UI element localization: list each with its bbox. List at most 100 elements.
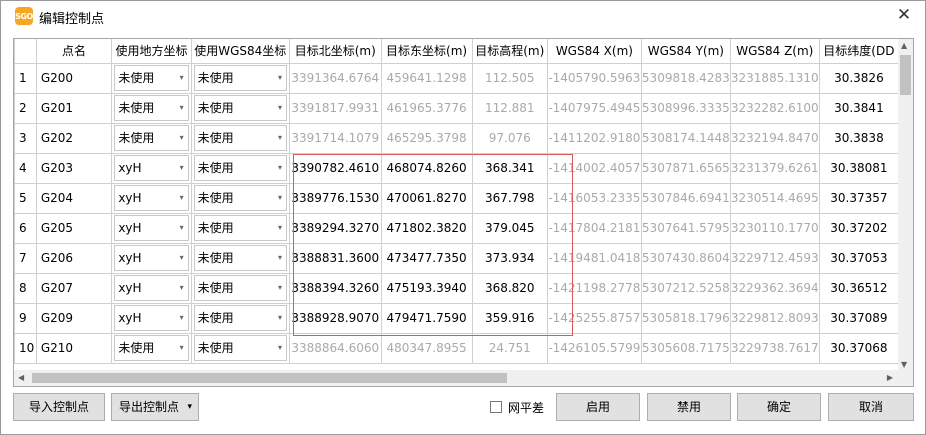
row-number: 2 xyxy=(14,92,37,124)
column-header[interactable]: 目标高程(m) xyxy=(471,39,548,64)
table-row[interactable]: 2 G201 未使用 ▾ 未使用 ▾ 3391817.9931 461965.3776 112.… xyxy=(14,92,899,124)
column-header[interactable]: 使用地方坐标 xyxy=(111,39,192,64)
wgs84-coord-select[interactable]: 未使用 ▾ xyxy=(193,245,287,271)
row-number: 9 xyxy=(14,302,37,334)
local-coord-select[interactable]: 未使用 ▾ xyxy=(114,65,189,91)
point-name-cell: G201 xyxy=(35,92,113,124)
vertical-scroll-thumb[interactable] xyxy=(900,55,911,95)
disable-button[interactable]: 禁用 xyxy=(647,393,731,421)
wgs84-coord-select[interactable]: 未使用 ▾ xyxy=(193,125,287,151)
combo-cell: 未使用 ▾ xyxy=(190,122,290,154)
wgs84-coord-select[interactable]: 未使用 ▾ xyxy=(193,65,287,91)
wgs84-coord-select[interactable]: 未使用 ▾ xyxy=(193,335,287,361)
scroll-left-icon[interactable]: ◀ xyxy=(18,373,24,382)
target-north-cell: 3391364.6764 xyxy=(288,62,382,94)
enable-button[interactable]: 启用 xyxy=(556,393,640,421)
column-header[interactable]: 使用WGS84坐标 xyxy=(190,39,290,64)
wgs84-y-cell: 5309818.4283 xyxy=(640,62,731,94)
row-number: 10 xyxy=(14,332,37,364)
wgs84-coord-select[interactable]: 未使用 ▾ xyxy=(193,275,287,301)
scroll-up-icon[interactable]: ▲ xyxy=(901,41,907,50)
dropdown-arrow-icon: ▾ xyxy=(277,253,282,262)
column-header[interactable]: 目标纬度(DD xyxy=(818,39,899,64)
wgs84-coord-select[interactable]: 未使用 ▾ xyxy=(193,215,287,241)
local-coord-select[interactable]: 未使用 ▾ xyxy=(114,95,189,121)
combo-cell: 未使用 ▾ xyxy=(111,122,192,154)
target-lat-cell: 30.3841 xyxy=(818,92,899,124)
target-north-cell: 3391817.9931 xyxy=(288,92,382,124)
target-east-cell: 473477.7350 xyxy=(380,242,473,274)
export-control-points-button[interactable]: 导出控制点 ▾ xyxy=(111,393,199,421)
column-header[interactable] xyxy=(14,39,37,64)
wgs84-y-cell: 5307641.5795 xyxy=(640,212,731,244)
wgs84-z-cell: 3229812.8093 xyxy=(729,302,820,334)
wgs84-z-cell: 3229362.3694 xyxy=(729,272,820,304)
import-control-points-button[interactable]: 导入控制点 xyxy=(13,393,105,421)
horizontal-scroll-thumb[interactable] xyxy=(32,373,507,383)
column-header[interactable]: 目标东坐标(m) xyxy=(380,39,473,64)
cancel-button[interactable]: 取消 xyxy=(828,393,914,421)
target-north-cell: 3389776.1530 xyxy=(288,182,382,214)
table-row[interactable]: 6 G205 xyH ▾ 未使用 ▾ 3389294.3270 471802.3820 379.… xyxy=(14,212,899,244)
dropdown-arrow-icon: ▾ xyxy=(179,103,184,112)
wgs84-coord-select[interactable]: 未使用 ▾ xyxy=(193,95,287,121)
select-value: xyH xyxy=(118,191,142,205)
local-coord-select[interactable]: 未使用 ▾ xyxy=(114,125,189,151)
dropdown-arrow-icon: ▾ xyxy=(179,343,184,352)
ok-button[interactable]: 确定 xyxy=(737,393,821,421)
combo-cell: 未使用 ▾ xyxy=(190,332,290,364)
wgs84-x-cell: -1411202.9180 xyxy=(546,122,642,154)
row-number: 7 xyxy=(14,242,37,274)
dropdown-arrow-icon: ▾ xyxy=(179,163,184,172)
local-coord-select[interactable]: xyH ▾ xyxy=(114,155,189,181)
dropdown-arrow-icon: ▾ xyxy=(277,73,282,82)
local-coord-select[interactable]: xyH ▾ xyxy=(114,245,189,271)
table-row[interactable]: 5 G204 xyH ▾ 未使用 ▾ 3389776.1530 470061.8270 367.… xyxy=(14,182,899,214)
local-coord-select[interactable]: 未使用 ▾ xyxy=(114,335,189,361)
table-row[interactable]: 4 G203 xyH ▾ 未使用 ▾ 3390782.4610 468074.8260 368.… xyxy=(14,152,899,184)
wgs84-coord-select[interactable]: 未使用 ▾ xyxy=(193,185,287,211)
select-value: 未使用 xyxy=(118,71,155,85)
vertical-scrollbar[interactable]: ▲ ▼ xyxy=(898,39,913,371)
select-value: xyH xyxy=(118,311,142,325)
table-row[interactable]: 3 G202 未使用 ▾ 未使用 ▾ 3391714.1079 465295.3798 97.0… xyxy=(14,122,899,154)
local-coord-select[interactable]: xyH ▾ xyxy=(114,275,189,301)
edit-control-points-dialog: SGO 编辑控制点 ✕ 点名 使用地方坐标 使用WGS84坐标 目标北坐标(m) 目标东… xyxy=(0,0,926,435)
export-button-label: 导出控制点 xyxy=(119,400,180,414)
wgs84-coord-select[interactable]: 未使用 ▾ xyxy=(193,155,287,181)
net-adjust-checkbox[interactable] xyxy=(490,401,502,413)
target-h-cell: 373.934 xyxy=(471,242,548,274)
row-number: 8 xyxy=(14,272,37,304)
table-row[interactable]: 7 G206 xyH ▾ 未使用 ▾ 3388831.3600 473477.7350 373.… xyxy=(14,242,899,274)
select-value: 未使用 xyxy=(197,101,234,115)
table-row[interactable]: 10 G210 未使用 ▾ 未使用 ▾ 3388864.6060 480347.8955 24.… xyxy=(14,332,899,364)
dropdown-arrow-icon: ▾ xyxy=(277,343,282,352)
table-row[interactable]: 8 G207 xyH ▾ 未使用 ▾ 3388394.3260 475193.3940 368.… xyxy=(14,272,899,304)
table-row[interactable]: 1 G200 未使用 ▾ 未使用 ▾ 3391364.6764 459641.1298 112.… xyxy=(14,62,899,94)
point-name-cell: G205 xyxy=(35,212,113,244)
column-header[interactable]: 点名 xyxy=(35,39,113,64)
column-header[interactable]: 目标北坐标(m) xyxy=(288,39,382,64)
combo-cell: 未使用 ▾ xyxy=(190,242,290,274)
target-h-cell: 368.820 xyxy=(471,272,548,304)
target-h-cell: 97.076 xyxy=(471,122,548,154)
scroll-right-icon[interactable]: ▶ xyxy=(887,373,893,382)
table-row[interactable]: 9 G209 xyH ▾ 未使用 ▾ 3388928.9070 479471.7590 359.… xyxy=(14,302,899,334)
local-coord-select[interactable]: xyH ▾ xyxy=(114,305,189,331)
close-icon[interactable]: ✕ xyxy=(895,6,913,24)
point-name-cell: G210 xyxy=(35,332,113,364)
column-header[interactable]: WGS84 Y(m) xyxy=(640,39,731,64)
dropdown-arrow-icon: ▾ xyxy=(179,253,184,262)
wgs84-z-cell: 3231379.6261 xyxy=(729,152,820,184)
local-coord-select[interactable]: xyH ▾ xyxy=(114,215,189,241)
local-coord-select[interactable]: xyH ▾ xyxy=(114,185,189,211)
target-north-cell: 3388864.6060 xyxy=(288,332,382,364)
scroll-down-icon[interactable]: ▼ xyxy=(901,360,907,369)
dropdown-arrow-icon: ▾ xyxy=(277,163,282,172)
column-header[interactable]: WGS84 X(m) xyxy=(546,39,642,64)
wgs84-coord-select[interactable]: 未使用 ▾ xyxy=(193,305,287,331)
column-header[interactable]: WGS84 Z(m) xyxy=(729,39,820,64)
horizontal-scrollbar[interactable]: ◀ ▶ xyxy=(14,370,913,386)
target-lat-cell: 30.36512 xyxy=(818,272,899,304)
target-h-cell: 24.751 xyxy=(471,332,548,364)
